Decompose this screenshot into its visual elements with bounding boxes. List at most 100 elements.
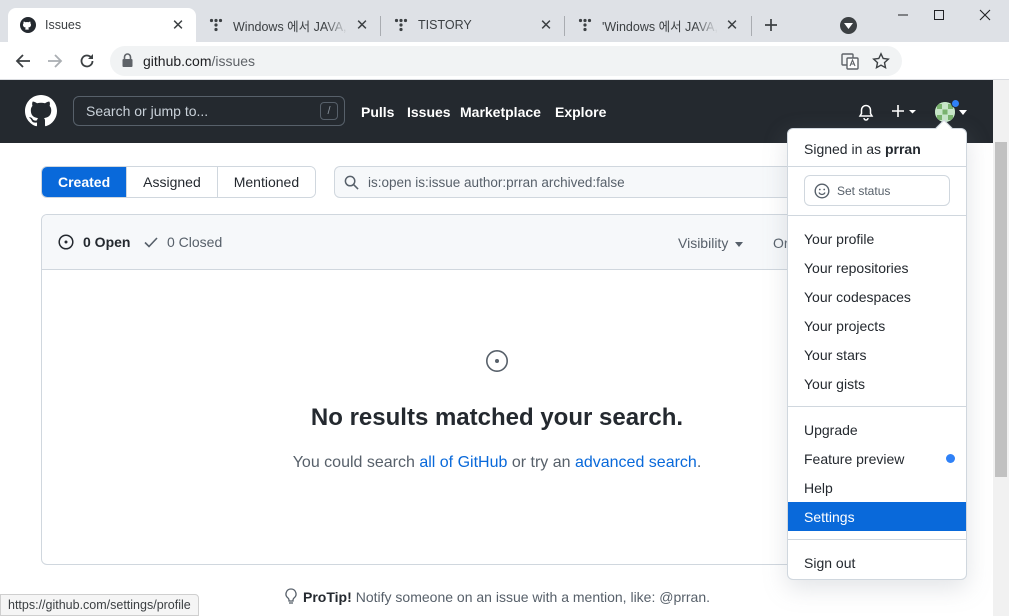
- menu-item-your-profile[interactable]: Your profile: [788, 224, 966, 253]
- menu-item-sign-out[interactable]: Sign out: [788, 548, 966, 577]
- open-count-label: 0 Open: [83, 234, 131, 250]
- protip-label: ProTip!: [303, 588, 352, 605]
- closed-issues-tab[interactable]: 0 Closed: [144, 234, 222, 250]
- issue-opened-icon: [486, 350, 508, 372]
- browser-tab-tistory[interactable]: TISTORY ✕: [381, 8, 564, 42]
- menu-item-settings[interactable]: Settings: [788, 502, 966, 531]
- reload-button[interactable]: [76, 50, 98, 72]
- blankslate-text-mid: or try an: [507, 454, 575, 471]
- github-logo-icon[interactable]: [25, 95, 57, 127]
- issues-list-header: 0 Open 0 Closed Visibility Or: [42, 215, 810, 270]
- reload-icon: [80, 54, 94, 68]
- closed-count-label: 0 Closed: [167, 234, 223, 250]
- blankslate-title: No results matched your search.: [310, 404, 684, 431]
- issue-filter-group: Created Assigned Mentioned: [41, 166, 317, 198]
- search-shortcut-key: /: [320, 102, 338, 120]
- divider: [788, 215, 966, 216]
- browser-tab-strip: Issues ✕ Windows 에서 JAVA, M ✕ TISTORY ✕ …: [0, 0, 1009, 42]
- menu-item-feature-preview[interactable]: Feature preview: [788, 444, 966, 473]
- nav-pulls[interactable]: Pulls: [361, 104, 394, 120]
- translate-icon[interactable]: [841, 52, 859, 70]
- bell-icon[interactable]: [858, 104, 874, 121]
- menu-item-your-projects[interactable]: Your projects: [788, 311, 966, 340]
- set-status-button[interactable]: Set status: [804, 175, 950, 206]
- divider: [788, 539, 966, 540]
- global-search-input[interactable]: Search or jump to... /: [73, 96, 345, 126]
- check-icon: [144, 237, 158, 248]
- caret-down-icon: [735, 241, 744, 247]
- url-path: /issues: [211, 53, 256, 69]
- nav-explore[interactable]: Explore: [555, 104, 606, 120]
- close-icon[interactable]: ✕: [724, 17, 740, 34]
- new-tab-button[interactable]: [760, 14, 782, 36]
- scrollbar-thumb[interactable]: [995, 142, 1007, 477]
- menu-item-your-stars[interactable]: Your stars: [788, 340, 966, 369]
- tab-title: 'Windows 에서 JAVA, I: [602, 19, 718, 34]
- menu-item-upgrade[interactable]: Upgrade: [788, 415, 966, 444]
- forward-button[interactable]: [44, 50, 66, 72]
- divider: [788, 406, 966, 407]
- page-scrollbar[interactable]: [993, 80, 1009, 616]
- signed-in-username: prran: [884, 141, 921, 157]
- browser-tab-windows-java-1[interactable]: Windows 에서 JAVA, M ✕: [196, 8, 380, 42]
- tab-title: Issues: [45, 18, 82, 32]
- plus-icon: [765, 19, 777, 31]
- close-icon[interactable]: ✕: [170, 17, 186, 34]
- arrow-left-icon: [15, 54, 30, 68]
- close-icon: [979, 9, 991, 21]
- advanced-search-link[interactable]: advanced search: [575, 454, 697, 471]
- chevron-down-icon: [844, 22, 853, 29]
- star-icon[interactable]: [872, 52, 890, 70]
- browser-tab-issues[interactable]: Issues ✕: [8, 8, 196, 42]
- minimize-button[interactable]: [888, 4, 918, 26]
- close-icon[interactable]: ✕: [354, 17, 370, 34]
- caret-down-icon: [959, 110, 967, 115]
- notification-dot: [951, 99, 960, 108]
- user-dropdown-menu: Signed in as prran Set status Your profi…: [787, 119, 967, 580]
- url-text: github.com/issues: [143, 53, 255, 69]
- close-icon[interactable]: ✕: [538, 17, 554, 34]
- menu-item-your-codespaces[interactable]: Your codespaces: [788, 282, 966, 311]
- issue-opened-icon: [58, 234, 74, 250]
- maximize-icon: [934, 10, 944, 20]
- issue-search-input[interactable]: is:open is:issue author:prran archived:f…: [334, 166, 804, 198]
- open-issues-tab[interactable]: 0 Open: [58, 234, 130, 250]
- set-status-label: Set status: [837, 183, 891, 198]
- blankslate-text-post: .: [696, 454, 702, 471]
- tab-search-button[interactable]: [840, 17, 857, 34]
- filter-mentioned-button[interactable]: Mentioned: [216, 167, 316, 197]
- tab-title: Windows 에서 JAVA, M: [233, 19, 348, 34]
- maximize-button[interactable]: [924, 4, 954, 26]
- divider: [788, 166, 966, 167]
- all-of-github-link[interactable]: all of GitHub: [419, 454, 507, 471]
- browser-tab-windows-java-2[interactable]: 'Windows 에서 JAVA, I ✕: [565, 8, 750, 42]
- signed-in-prefix: Signed in as: [804, 141, 882, 157]
- menu-item-help[interactable]: Help: [788, 473, 966, 502]
- light-bulb-icon: [285, 588, 297, 604]
- create-new-icon[interactable]: [891, 103, 919, 119]
- visibility-label: Visibility: [678, 235, 729, 251]
- tistory-icon: [393, 17, 409, 33]
- menu-item-your-repositories[interactable]: Your repositories: [788, 253, 966, 282]
- menu-item-your-gists[interactable]: Your gists: [788, 369, 966, 398]
- lock-icon: [122, 53, 133, 67]
- nav-marketplace[interactable]: Marketplace: [460, 104, 541, 120]
- filter-assigned-button[interactable]: Assigned: [126, 167, 217, 197]
- minimize-icon: [898, 14, 908, 16]
- back-button[interactable]: [12, 50, 34, 72]
- nav-issues[interactable]: Issues: [407, 104, 451, 120]
- feature-preview-dot: [946, 454, 955, 463]
- issues-list-box: 0 Open 0 Closed Visibility Or No results…: [41, 214, 811, 565]
- issue-search-query: is:open is:issue author:prran archived:f…: [368, 175, 625, 190]
- visibility-filter-dropdown[interactable]: Visibility: [678, 235, 744, 251]
- tab-title: TISTORY: [418, 18, 472, 32]
- protip-text: Notify someone on an issue with a mentio…: [355, 588, 711, 605]
- filter-created-button[interactable]: Created: [42, 167, 127, 197]
- address-bar[interactable]: github.com/issues: [110, 46, 902, 76]
- window-close-button[interactable]: [970, 4, 1000, 26]
- arrow-right-icon: [48, 54, 63, 68]
- url-host: github.com: [143, 53, 212, 69]
- blankslate-text: You could search all of GitHub or try an…: [42, 454, 810, 472]
- blankslate-text-pre: You could search: [292, 454, 420, 471]
- tistory-icon: [577, 17, 593, 33]
